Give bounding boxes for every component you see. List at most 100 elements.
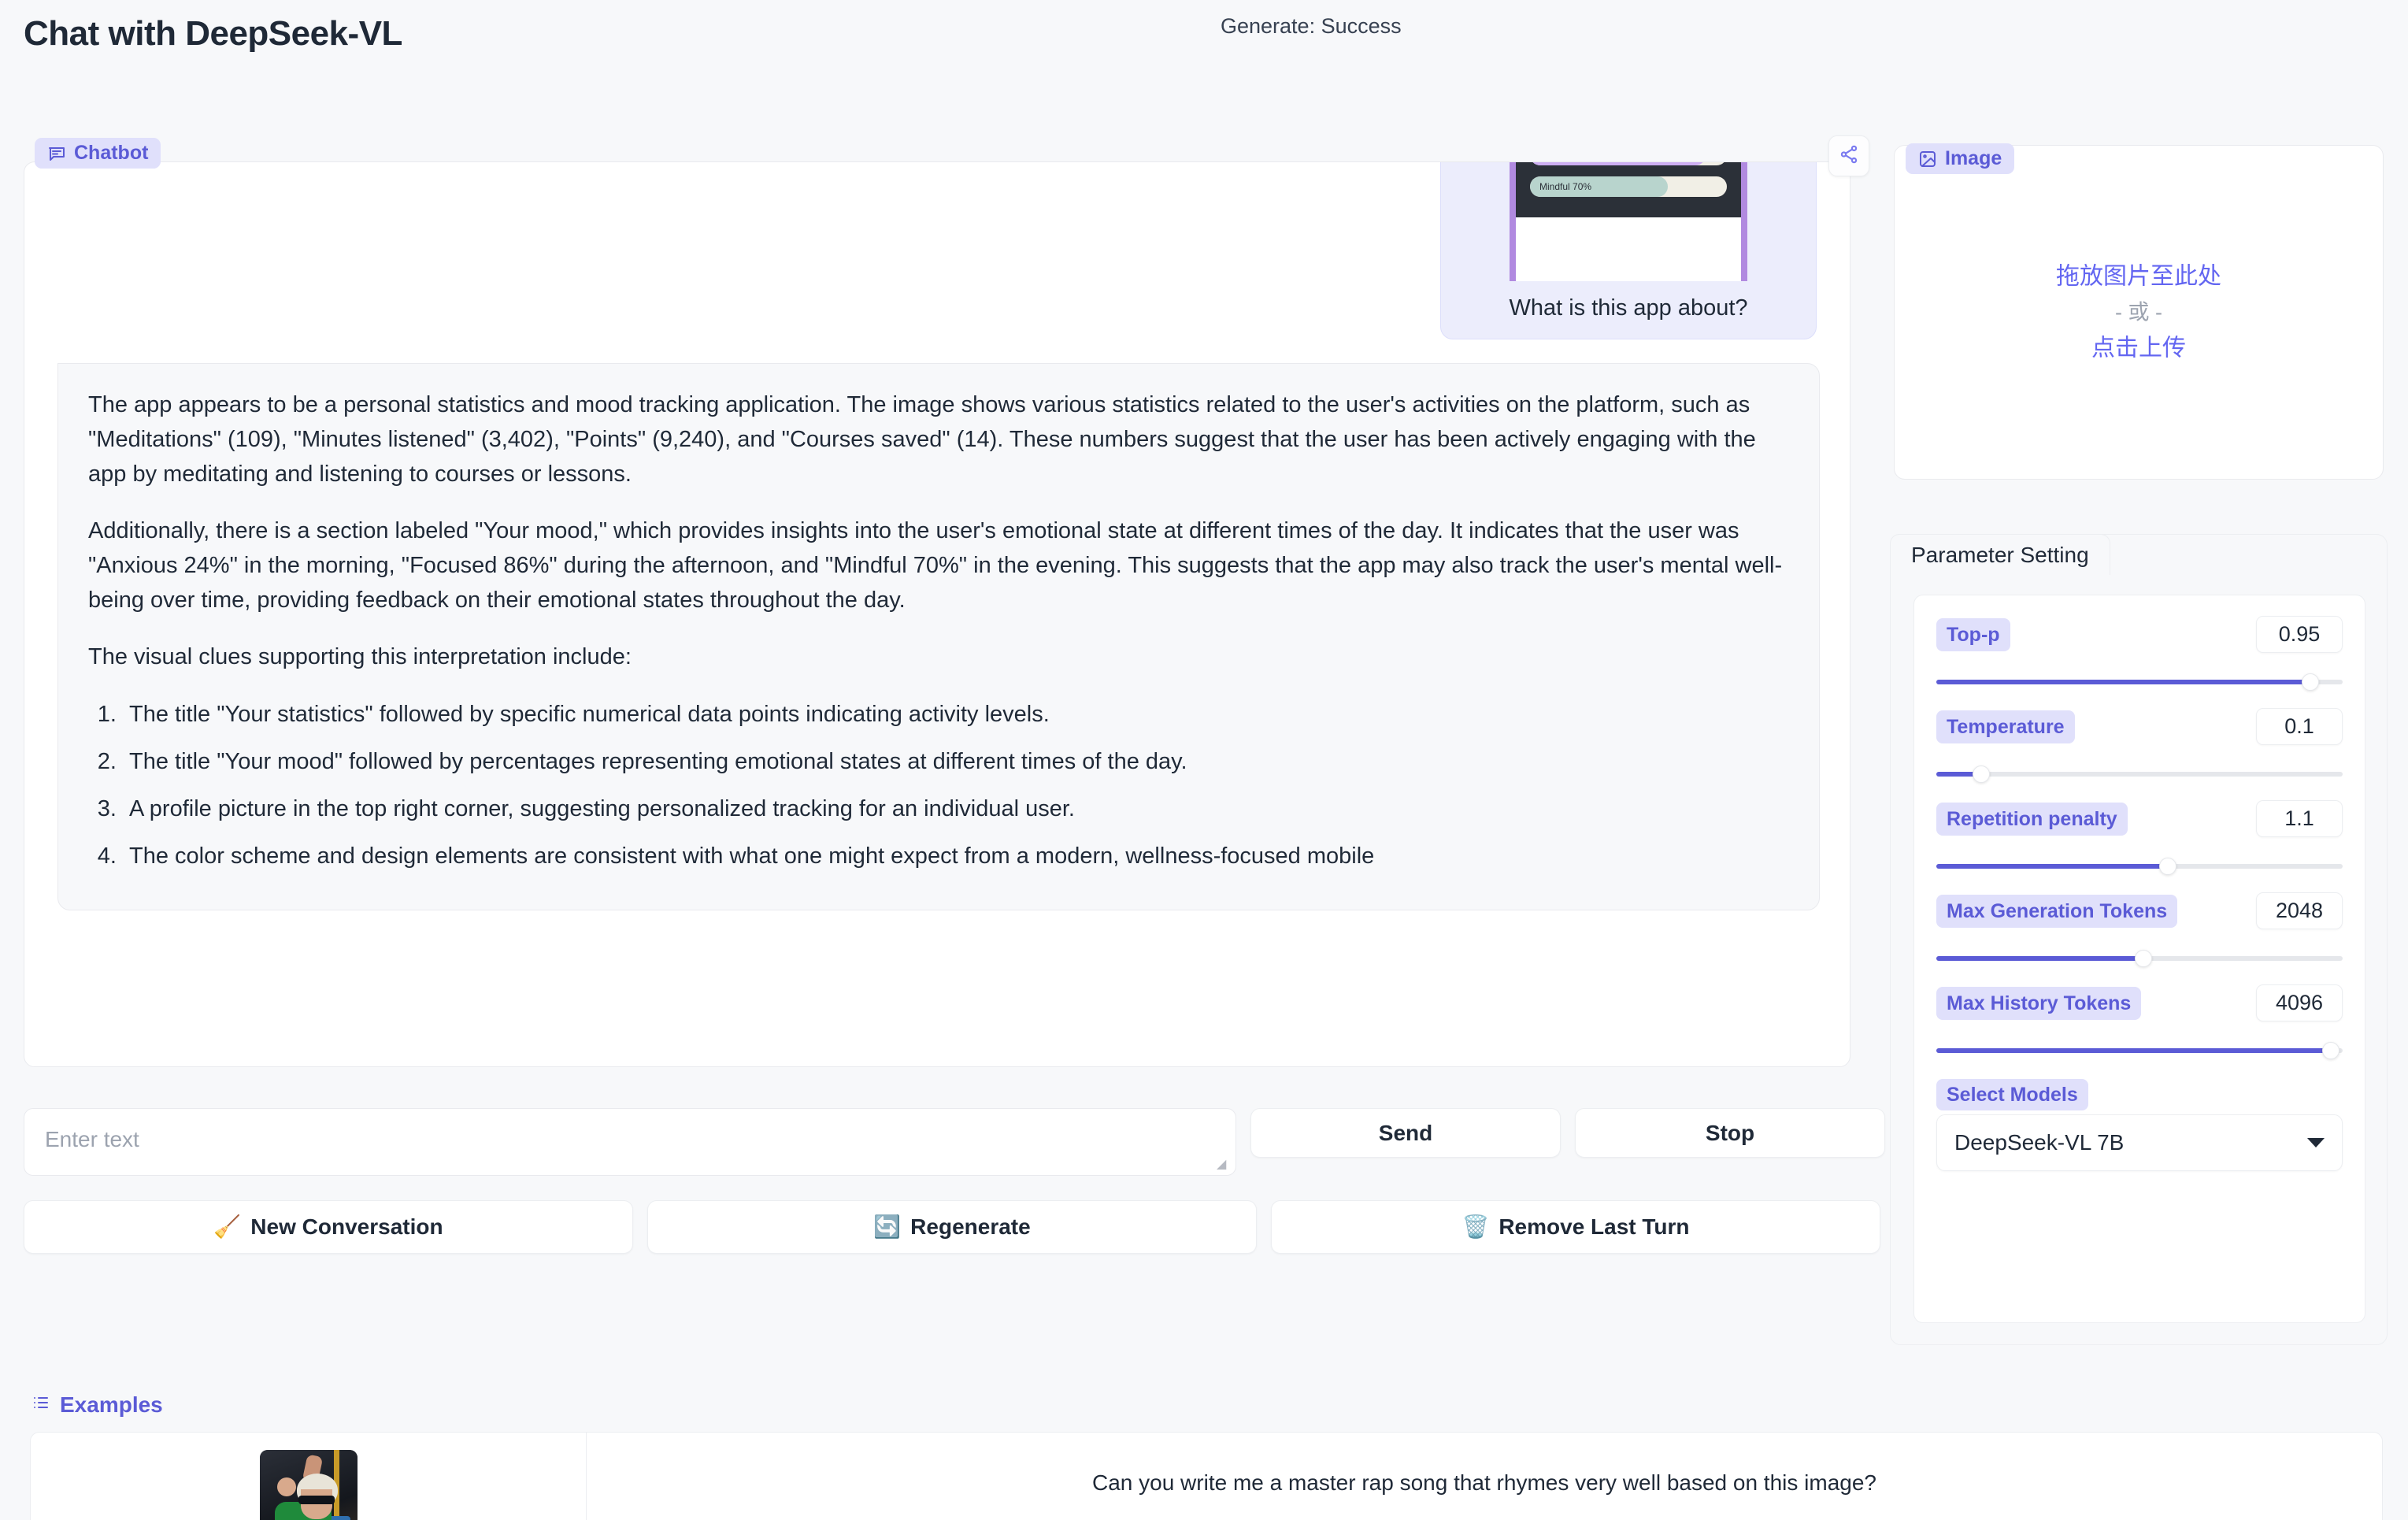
mood-bar-focused: Focused 89% xyxy=(1530,162,1727,165)
slider-knob[interactable] xyxy=(1972,766,1990,783)
model-select-value: DeepSeek-VL 7B xyxy=(1954,1130,2125,1155)
slider-knob[interactable] xyxy=(2159,858,2177,875)
image-label-text: Image xyxy=(1945,147,2002,169)
param-row-select-models: Select Models DeepSeek-VL 7B xyxy=(1936,1079,2343,1171)
slider-fill xyxy=(1936,680,2310,684)
user-message-text: What is this app about? xyxy=(1509,295,1748,321)
chatbot-panel[interactable]: 9,240 Points 14 Courses saved Y xyxy=(24,161,1850,1067)
list-icon xyxy=(31,1392,50,1418)
share-button[interactable] xyxy=(1828,135,1869,176)
param-row-repetition-penalty: Repetition penalty 1.1 xyxy=(1936,800,2343,875)
mood-fill-focused: Focused 89% xyxy=(1530,162,1706,165)
slider-fill xyxy=(1936,1048,2331,1053)
stop-button[interactable]: Stop xyxy=(1575,1108,1885,1158)
regenerate-button[interactable]: 🔄 Regenerate xyxy=(647,1200,1257,1254)
assistant-list-item: The color scheme and design elements are… xyxy=(123,839,1789,873)
slider-fill xyxy=(1936,956,2144,961)
chat-message-assistant: The app appears to be a personal statist… xyxy=(57,363,1820,910)
tab-parameter-setting[interactable]: Parameter Setting xyxy=(1890,534,2110,575)
mood-label-mindful: Mindful 70% xyxy=(1539,181,1592,192)
slider-max-generation-tokens[interactable] xyxy=(1936,950,2343,967)
chat-message-user: 9,240 Points 14 Courses saved Y xyxy=(57,162,1817,339)
phone-mockup: 9,240 Points 14 Courses saved Y xyxy=(1510,162,1747,281)
thumbnail-sunglasses xyxy=(298,1496,335,1505)
examples-label-text: Examples xyxy=(60,1392,163,1417)
remove-last-turn-button[interactable]: 🗑️ Remove Last Turn xyxy=(1271,1200,1880,1254)
slider-track xyxy=(1936,772,2343,777)
user-attached-image[interactable]: 9,240 Points 14 Courses saved Y xyxy=(1506,162,1750,281)
param-head: Max Generation Tokens 2048 xyxy=(1936,892,2343,929)
slider-fill xyxy=(1936,864,2169,869)
param-row-max-history-tokens: Max History Tokens 4096 xyxy=(1936,984,2343,1059)
param-label-repetition-penalty: Repetition penalty xyxy=(1936,802,2128,836)
param-row-top-p: Top-p 0.95 xyxy=(1936,616,2343,691)
param-head: Temperature 0.1 xyxy=(1936,708,2343,745)
slider-knob[interactable] xyxy=(2301,673,2319,691)
parameter-list: Top-p 0.95 Temperature 0.1 Repetition pe… xyxy=(1913,595,2365,1323)
page-title: Chat with DeepSeek-VL xyxy=(24,14,402,53)
param-value-max-generation-tokens[interactable]: 2048 xyxy=(2256,892,2343,929)
mood-panel: Your mood Anxious 24% Focused 89% xyxy=(1516,162,1741,217)
broom-icon: 🧹 xyxy=(213,1214,242,1239)
send-button[interactable]: Send xyxy=(1250,1108,1561,1158)
param-value-max-history-tokens[interactable]: 4096 xyxy=(2256,984,2343,1021)
share-icon xyxy=(1839,144,1859,169)
image-icon xyxy=(1918,150,1937,169)
param-row-temperature: Temperature 0.1 xyxy=(1936,708,2343,783)
chat-scroll-area[interactable]: 9,240 Points 14 Courses saved Y xyxy=(24,162,1850,1066)
image-dropzone-text: 拖放图片至此处 - 或 - 点击上传 xyxy=(1895,258,2383,367)
example-row-text[interactable]: Can you write me a master rap song that … xyxy=(587,1433,2382,1520)
generation-status: Generate: Success xyxy=(1221,14,1402,38)
param-value-repetition-penalty[interactable]: 1.1 xyxy=(2256,800,2343,837)
chat-bubble-icon xyxy=(47,144,66,163)
assistant-list-item: The title "Your statistics" followed by … xyxy=(123,697,1789,732)
param-row-max-generation-tokens: Max Generation Tokens 2048 xyxy=(1936,892,2343,967)
param-head: Max History Tokens 4096 xyxy=(1936,984,2343,1021)
trash-icon: 🗑️ xyxy=(1461,1214,1490,1239)
param-value-top-p[interactable]: 0.95 xyxy=(2256,616,2343,653)
chatbot-label: Chatbot xyxy=(35,138,161,169)
slider-max-history-tokens[interactable] xyxy=(1936,1042,2343,1059)
dropzone-line-1: 拖放图片至此处 xyxy=(2056,262,2221,289)
new-conversation-label: New Conversation xyxy=(250,1214,443,1239)
chatbot-label-wrap: Chatbot xyxy=(35,138,161,169)
param-label-select-models: Select Models xyxy=(1936,1079,2088,1110)
new-conversation-button[interactable]: 🧹 New Conversation xyxy=(24,1200,633,1254)
mood-fill-mindful: Mindful 70% xyxy=(1530,176,1668,197)
chatbot-label-text: Chatbot xyxy=(74,142,149,164)
image-upload-dropzone[interactable]: 拖放图片至此处 - 或 - 点击上传 xyxy=(1894,145,2384,480)
assistant-list: The title "Your statistics" followed by … xyxy=(123,697,1789,873)
chevron-down-icon xyxy=(2307,1138,2325,1147)
remove-last-turn-label: Remove Last Turn xyxy=(1499,1214,1690,1239)
refresh-icon: 🔄 xyxy=(873,1214,902,1239)
app-root: Chat with DeepSeek-VL Generate: Success … xyxy=(0,0,2408,1520)
param-label-max-generation-tokens: Max Generation Tokens xyxy=(1936,894,2178,928)
resize-handle-icon[interactable]: ◢ xyxy=(1217,1159,1229,1171)
param-label-temperature: Temperature xyxy=(1936,710,2075,743)
examples-label-wrap: Examples xyxy=(31,1392,163,1418)
mood-bar-mindful: Mindful 70% xyxy=(1530,176,1727,197)
stop-button-label: Stop xyxy=(1705,1120,1755,1145)
dropzone-upload-link[interactable]: 点击上传 xyxy=(1895,329,2383,367)
examples-table: Can you write me a master rap song that … xyxy=(30,1432,2383,1520)
assistant-list-item: The title "Your mood" followed by percen… xyxy=(123,744,1789,779)
slider-top-p[interactable] xyxy=(1936,673,2343,691)
thumbnail-hand xyxy=(276,1477,296,1496)
param-head: Top-p 0.95 xyxy=(1936,616,2343,653)
param-value-temperature[interactable]: 0.1 xyxy=(2256,708,2343,745)
param-label-max-history-tokens: Max History Tokens xyxy=(1936,986,2142,1020)
example-row-image-cell[interactable] xyxy=(31,1433,587,1520)
slider-knob[interactable] xyxy=(2321,1042,2339,1059)
slider-repetition-penalty[interactable] xyxy=(1936,858,2343,875)
message-input-placeholder: Enter text xyxy=(45,1127,139,1151)
assistant-paragraph-1: The app appears to be a personal statist… xyxy=(88,392,1756,488)
assistant-paragraph-2: Additionally, there is a section labeled… xyxy=(88,518,1783,614)
image-label: Image xyxy=(1906,143,2015,174)
slider-temperature[interactable] xyxy=(1936,766,2343,783)
send-button-label: Send xyxy=(1378,1120,1433,1145)
message-input-wrap[interactable]: Enter text ◢ xyxy=(24,1108,1236,1176)
slider-knob[interactable] xyxy=(2135,950,2153,967)
user-bubble: 9,240 Points 14 Courses saved Y xyxy=(1440,162,1817,339)
model-select-dropdown[interactable]: DeepSeek-VL 7B xyxy=(1936,1114,2343,1171)
example-thumbnail[interactable] xyxy=(259,1450,357,1520)
